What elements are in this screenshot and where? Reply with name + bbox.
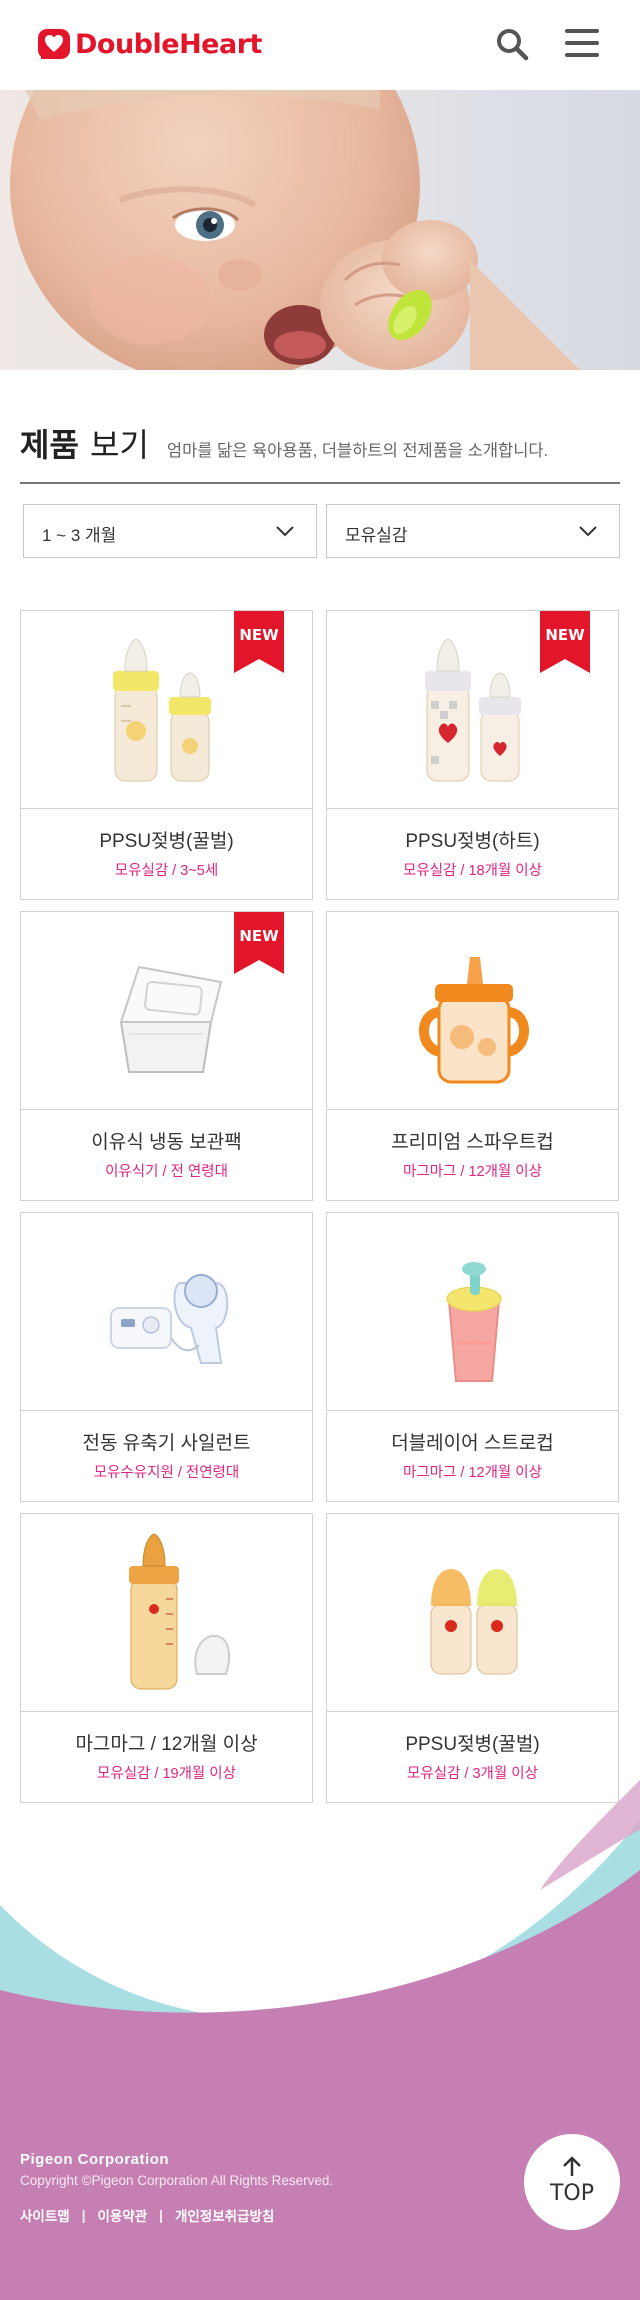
product-category: 모유수유지원 / 전연령대: [93, 1465, 240, 1481]
product-name: 전동 유축기 사일런트: [82, 1433, 251, 1454]
chevron-down-icon: [276, 526, 294, 537]
logo-heart-icon: [38, 29, 70, 59]
new-badge-label: NEW: [239, 626, 279, 644]
new-badge: NEW: [234, 912, 284, 974]
product-card-2[interactable]: NEW PPSU젖병(하트) 모유실감 / 18개월 이상: [326, 610, 619, 900]
footer-link-separator: |: [159, 2207, 163, 2223]
product-category: 모유실감 / 18개월 이상: [403, 863, 542, 879]
product-card-3[interactable]: NEW 이유식 냉동 보관팩 이유식기 / 전 연령대: [20, 911, 313, 1201]
product-card-1[interactable]: NEW PPSU젖병(꿀벌) 모유실감 / 3~5세: [20, 610, 313, 900]
product-name: 프리미엄 스파우트컵: [391, 1132, 554, 1153]
product-category: 마그마그 / 12개월 이상: [403, 1164, 542, 1180]
product-name: 이유식 냉동 보관팩: [91, 1132, 242, 1153]
footer-company: Pigeon Corporation: [20, 2151, 169, 2168]
site-footer: Pigeon Corporation Copyright ©Pigeon Cor…: [0, 1780, 640, 2300]
category-filter-value: 모유실감: [345, 526, 408, 545]
search-icon[interactable]: [494, 26, 530, 62]
arrow-up-icon: [563, 2156, 581, 2176]
chevron-down-icon: [579, 526, 597, 537]
footer-link-privacy[interactable]: 개인정보취급방침: [175, 2205, 274, 2225]
product-image: [327, 912, 618, 1110]
page-title: 제품 보기: [20, 420, 149, 466]
product-card-5[interactable]: 전동 유축기 사일런트 모유수유지원 / 전연령대: [20, 1212, 313, 1502]
age-filter-value: 1 ~ 3 개월: [42, 526, 117, 545]
scroll-top-button[interactable]: TOP: [524, 2134, 620, 2230]
product-name: PPSU젖병(꿀벌): [405, 1734, 540, 1755]
category-filter-select[interactable]: 모유실감: [326, 504, 620, 558]
product-card-4[interactable]: 프리미엄 스파우트컵 마그마그 / 12개월 이상: [326, 911, 619, 1201]
product-card-6[interactable]: 더블레이어 스트로컵 마그마그 / 12개월 이상: [326, 1212, 619, 1502]
new-badge: NEW: [540, 611, 590, 673]
page-heading: 제품 보기 엄마를 닮은 육아용품, 더블하트의 전제품을 소개합니다.: [20, 420, 620, 466]
product-name: PPSU젖병(하트): [405, 831, 540, 852]
page-title-bold: 제품: [20, 426, 79, 464]
site-header: DoubleHeart: [0, 0, 640, 90]
product-card-8[interactable]: PPSU젖병(꿀벌) 모유실감 / 3개월 이상: [326, 1513, 619, 1803]
product-name: PPSU젖병(꿀벌): [99, 831, 234, 852]
menu-icon[interactable]: [564, 27, 600, 59]
footer-links: 사이트맵 | 이용약관 | 개인정보취급방침: [20, 2205, 274, 2225]
product-category: 모유실감 / 3~5세: [114, 863, 219, 879]
new-badge-label: NEW: [545, 626, 585, 644]
new-badge-label: NEW: [239, 927, 279, 945]
product-image: [327, 1213, 618, 1411]
product-image: [327, 1514, 618, 1712]
product-name: 마그마그 / 12개월 이상: [75, 1734, 258, 1755]
hero-banner-image: [0, 90, 640, 370]
product-category: 마그마그 / 12개월 이상: [403, 1465, 542, 1481]
product-image: [21, 1213, 312, 1411]
logo[interactable]: DoubleHeart: [38, 28, 262, 60]
new-badge: NEW: [234, 611, 284, 673]
footer-link-terms[interactable]: 이용약관: [97, 2205, 147, 2225]
footer-copyright: Copyright ©Pigeon Corporation All Rights…: [20, 2173, 334, 2188]
page-description: 엄마를 닮은 육아용품, 더블하트의 전제품을 소개합니다.: [166, 442, 549, 460]
logo-text: DoubleHeart: [75, 28, 262, 60]
footer-link-separator: |: [81, 2207, 86, 2223]
product-card-7[interactable]: 마그마그 / 12개월 이상 모유실감 / 19개월 이상: [20, 1513, 313, 1803]
product-name: 더블레이어 스트로컵: [391, 1433, 554, 1454]
age-filter-select[interactable]: 1 ~ 3 개월: [23, 504, 317, 558]
page-title-light: 보기: [90, 426, 149, 464]
baby-illustration: [10, 90, 580, 370]
divider: [20, 482, 620, 484]
footer-link-sitemap[interactable]: 사이트맵: [20, 2205, 70, 2225]
scroll-top-label: TOP: [549, 2181, 595, 2206]
product-category: 이유식기 / 전 연령대: [105, 1164, 228, 1180]
product-image: [21, 1514, 312, 1712]
